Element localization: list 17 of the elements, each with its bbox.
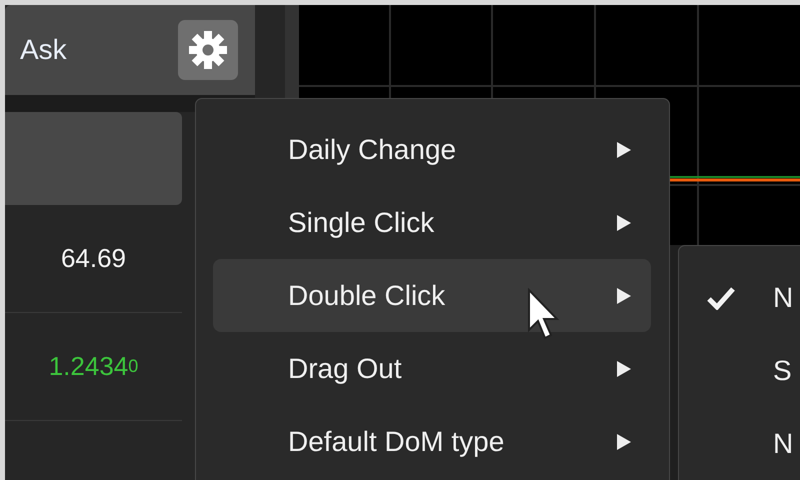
submenu-arrow-icon [617,434,631,450]
price-cell: 64.69 [5,205,182,313]
menu-item[interactable]: Daily Change [213,113,651,186]
submenu-arrow-icon [617,142,631,158]
submenu-item[interactable]: S [679,334,800,407]
menu-item[interactable]: Drag Out [213,332,651,405]
column-label: Ask [20,34,67,66]
submenu-arrow-icon [617,360,631,376]
settings-icon [188,30,228,70]
settings-button[interactable] [178,20,238,80]
menu-item[interactable]: Double Click [213,259,651,332]
submenu-arrow-icon [617,288,631,304]
submenu-item[interactable]: N [679,261,800,334]
submenu-item[interactable]: N [679,407,800,480]
menu-item[interactable]: Default DoM type [213,405,651,478]
submenu-arrow-icon [617,214,631,230]
menu-item[interactable]: Single Click [213,186,651,259]
